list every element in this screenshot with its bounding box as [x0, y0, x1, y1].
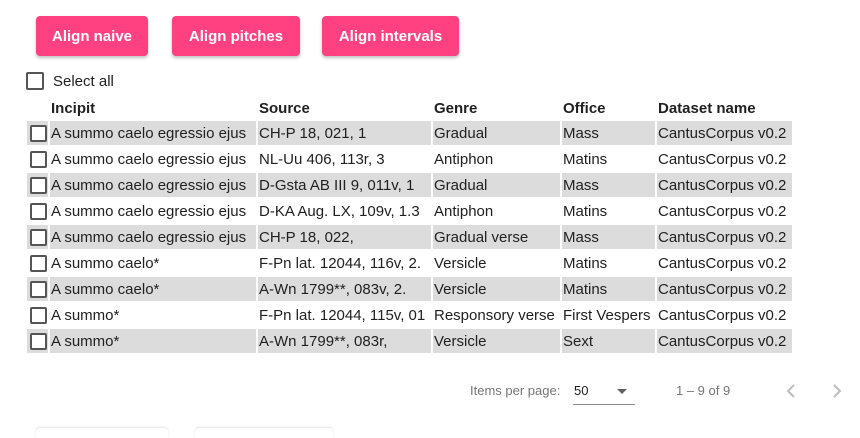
- cell-office: Mass: [562, 121, 655, 145]
- row-checkbox[interactable]: [29, 280, 47, 298]
- cell-office: Mass: [562, 173, 655, 197]
- cell-source: NL-Uu 406, 113r, 3: [259, 150, 385, 168]
- cell-dataset-name: CantusCorpus v0.2: [658, 202, 787, 220]
- cell-office: Matins: [562, 277, 655, 301]
- cell-incipit: A summo caelo egressio ejus: [51, 202, 247, 220]
- cell-source: F-Pn lat. 12044, 115v, 01: [259, 306, 426, 324]
- cell-genre: Antiphon: [434, 150, 494, 168]
- cell-source: D-KA Aug. LX, 109v, 1.3: [259, 202, 420, 220]
- cell-dataset-name: CantusCorpus v0.2: [657, 329, 792, 353]
- items-per-page-label: Items per page:: [470, 383, 561, 398]
- table-row[interactable]: A summo caelo* A-Wn 1799**, 083v, 2. Ver…: [27, 277, 792, 301]
- select-all-label: Select all: [53, 72, 114, 90]
- table-row[interactable]: A summo* F-Pn lat. 12044, 115v, 01 Respo…: [27, 303, 792, 327]
- header-incipit[interactable]: Incipit: [50, 98, 256, 119]
- cell-office: Mass: [562, 225, 655, 249]
- table-row[interactable]: A summo caelo egressio ejus D-KA Aug. LX…: [27, 199, 792, 223]
- offscreen-button[interactable]: [36, 428, 168, 438]
- cell-source: CH-P 18, 021, 1: [258, 121, 431, 145]
- select-all[interactable]: Select all: [26, 72, 114, 90]
- cell-incipit: A summo caelo egressio ejus: [50, 173, 256, 197]
- cell-dataset-name: CantusCorpus v0.2: [657, 121, 792, 145]
- row-checkbox[interactable]: [29, 150, 47, 168]
- cell-office: Sext: [562, 329, 655, 353]
- cell-office: Matins: [563, 150, 608, 168]
- cell-genre: Antiphon: [434, 202, 494, 220]
- cell-office: Matins: [563, 202, 608, 220]
- header-checkbox-spacer: [27, 98, 48, 119]
- table-row[interactable]: A summo caelo egressio ejus D-Gsta AB II…: [27, 173, 792, 197]
- table-row[interactable]: A summo caelo egressio ejus CH-P 18, 021…: [27, 121, 792, 145]
- chevron-right-icon: [833, 384, 842, 398]
- table-row[interactable]: A summo caelo* F-Pn lat. 12044, 116v, 2.…: [27, 251, 792, 275]
- cell-genre: Versicle: [434, 254, 487, 272]
- header-genre[interactable]: Genre: [433, 98, 560, 119]
- previous-page-button[interactable]: [778, 378, 804, 404]
- cell-office: Matins: [563, 254, 608, 272]
- items-per-page-value: 50: [574, 383, 589, 398]
- cell-source: F-Pn lat. 12044, 116v, 2.: [259, 254, 422, 272]
- cell-dataset-name: CantusCorpus v0.2: [657, 277, 792, 301]
- row-checkbox[interactable]: [29, 332, 47, 350]
- offscreen-button[interactable]: [195, 428, 333, 438]
- table-row[interactable]: A summo caelo egressio ejus NL-Uu 406, 1…: [27, 147, 792, 171]
- cell-genre: Gradual verse: [433, 225, 560, 249]
- cell-incipit: A summo caelo*: [51, 254, 160, 272]
- caret-down-icon: [617, 389, 627, 394]
- paginator: Items per page: 50 1 – 9 of 9: [0, 376, 860, 406]
- next-page-button[interactable]: [824, 378, 850, 404]
- cell-source: A-Wn 1799**, 083r,: [258, 329, 431, 353]
- cell-source: D-Gsta AB III 9, 011v, 1: [258, 173, 431, 197]
- cell-genre: Versicle: [433, 277, 560, 301]
- items-per-page-select[interactable]: 50: [573, 378, 635, 405]
- row-checkbox[interactable]: [29, 124, 47, 142]
- header-office[interactable]: Office: [562, 98, 655, 119]
- row-checkbox[interactable]: [29, 254, 47, 272]
- cell-dataset-name: CantusCorpus v0.2: [658, 254, 787, 272]
- cell-dataset-name: CantusCorpus v0.2: [657, 173, 792, 197]
- header-dataset-name[interactable]: Dataset name: [657, 98, 792, 119]
- cell-incipit: A summo*: [51, 306, 120, 324]
- cell-dataset-name: CantusCorpus v0.2: [657, 225, 792, 249]
- cell-genre: Gradual: [433, 173, 560, 197]
- cell-genre: Versicle: [433, 329, 560, 353]
- row-checkbox[interactable]: [29, 202, 47, 220]
- page-range-label: 1 – 9 of 9: [676, 383, 731, 398]
- results-table: Incipit Source Genre Office Dataset name…: [25, 96, 794, 355]
- cell-incipit: A summo caelo egressio ejus: [50, 121, 256, 145]
- cell-incipit: A summo*: [50, 329, 256, 353]
- select-all-checkbox[interactable]: [26, 72, 44, 90]
- table-header-row: Incipit Source Genre Office Dataset name: [27, 98, 792, 119]
- cell-genre: Gradual: [433, 121, 560, 145]
- cell-genre: Responsory verse: [434, 306, 555, 324]
- cell-incipit: A summo caelo egressio ejus: [51, 150, 247, 168]
- cell-source: A-Wn 1799**, 083v, 2.: [258, 277, 431, 301]
- cell-incipit: A summo caelo egressio ejus: [50, 225, 256, 249]
- row-checkbox[interactable]: [29, 306, 47, 324]
- align-intervals-button[interactable]: Align intervals: [322, 16, 459, 56]
- table-row[interactable]: A summo* A-Wn 1799**, 083r, Versicle Sex…: [27, 329, 792, 353]
- align-pitches-button[interactable]: Align pitches: [172, 16, 300, 56]
- cell-office: First Vespers: [563, 306, 651, 324]
- table-row[interactable]: A summo caelo egressio ejus CH-P 18, 022…: [27, 225, 792, 249]
- row-checkbox[interactable]: [29, 228, 47, 246]
- align-naive-button[interactable]: Align naive: [36, 16, 148, 56]
- chevron-left-icon: [786, 384, 795, 398]
- cell-dataset-name: CantusCorpus v0.2: [658, 150, 787, 168]
- header-source[interactable]: Source: [258, 98, 431, 119]
- cell-dataset-name: CantusCorpus v0.2: [658, 306, 787, 324]
- cell-incipit: A summo caelo*: [50, 277, 256, 301]
- row-checkbox[interactable]: [29, 176, 47, 194]
- cell-source: CH-P 18, 022,: [258, 225, 431, 249]
